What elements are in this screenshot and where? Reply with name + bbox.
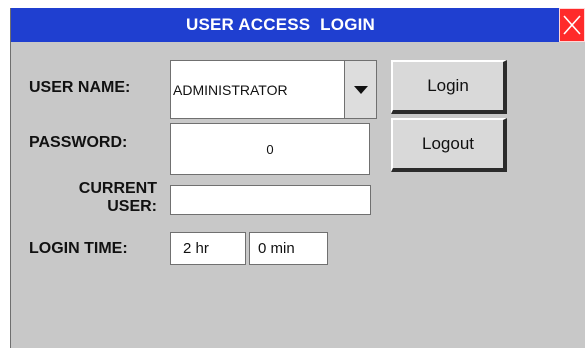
login-time-label: LOGIN TIME: <box>29 240 128 257</box>
current-user-label: CURRENT USER: <box>55 180 157 216</box>
window-title: USER ACCESS LOGIN <box>185 15 376 34</box>
password-value: 0 <box>266 141 274 157</box>
login-window: USER ACCESS LOGIN USER NAME: ADMINISTRAT… <box>10 8 585 348</box>
close-x-icon <box>563 15 581 35</box>
current-user-label-line2: USER: <box>107 198 157 215</box>
chevron-down-icon <box>353 85 368 94</box>
current-user-field <box>170 185 371 215</box>
login-button-label: Login <box>427 76 469 95</box>
password-field[interactable]: 0 <box>170 123 370 175</box>
close-button[interactable] <box>559 8 585 42</box>
login-minutes-value: 0 min <box>258 240 295 257</box>
username-select[interactable]: ADMINISTRATOR <box>170 60 345 119</box>
username-label: USER NAME: <box>29 79 131 96</box>
logout-button-label: Logout <box>422 134 474 153</box>
username-value: ADMINISTRATOR <box>173 81 288 98</box>
current-user-label-line1: CURRENT <box>78 180 157 197</box>
login-hours-field[interactable]: 2 hr <box>170 232 246 265</box>
login-button[interactable]: Login <box>391 60 507 114</box>
login-minutes-field[interactable]: 0 min <box>249 232 328 265</box>
logout-button[interactable]: Logout <box>391 118 507 172</box>
password-label: PASSWORD: <box>29 134 128 151</box>
login-hours-value: 2 hr <box>183 240 209 257</box>
title-bar: USER ACCESS LOGIN <box>11 8 576 42</box>
username-dropdown-button[interactable] <box>344 60 377 119</box>
